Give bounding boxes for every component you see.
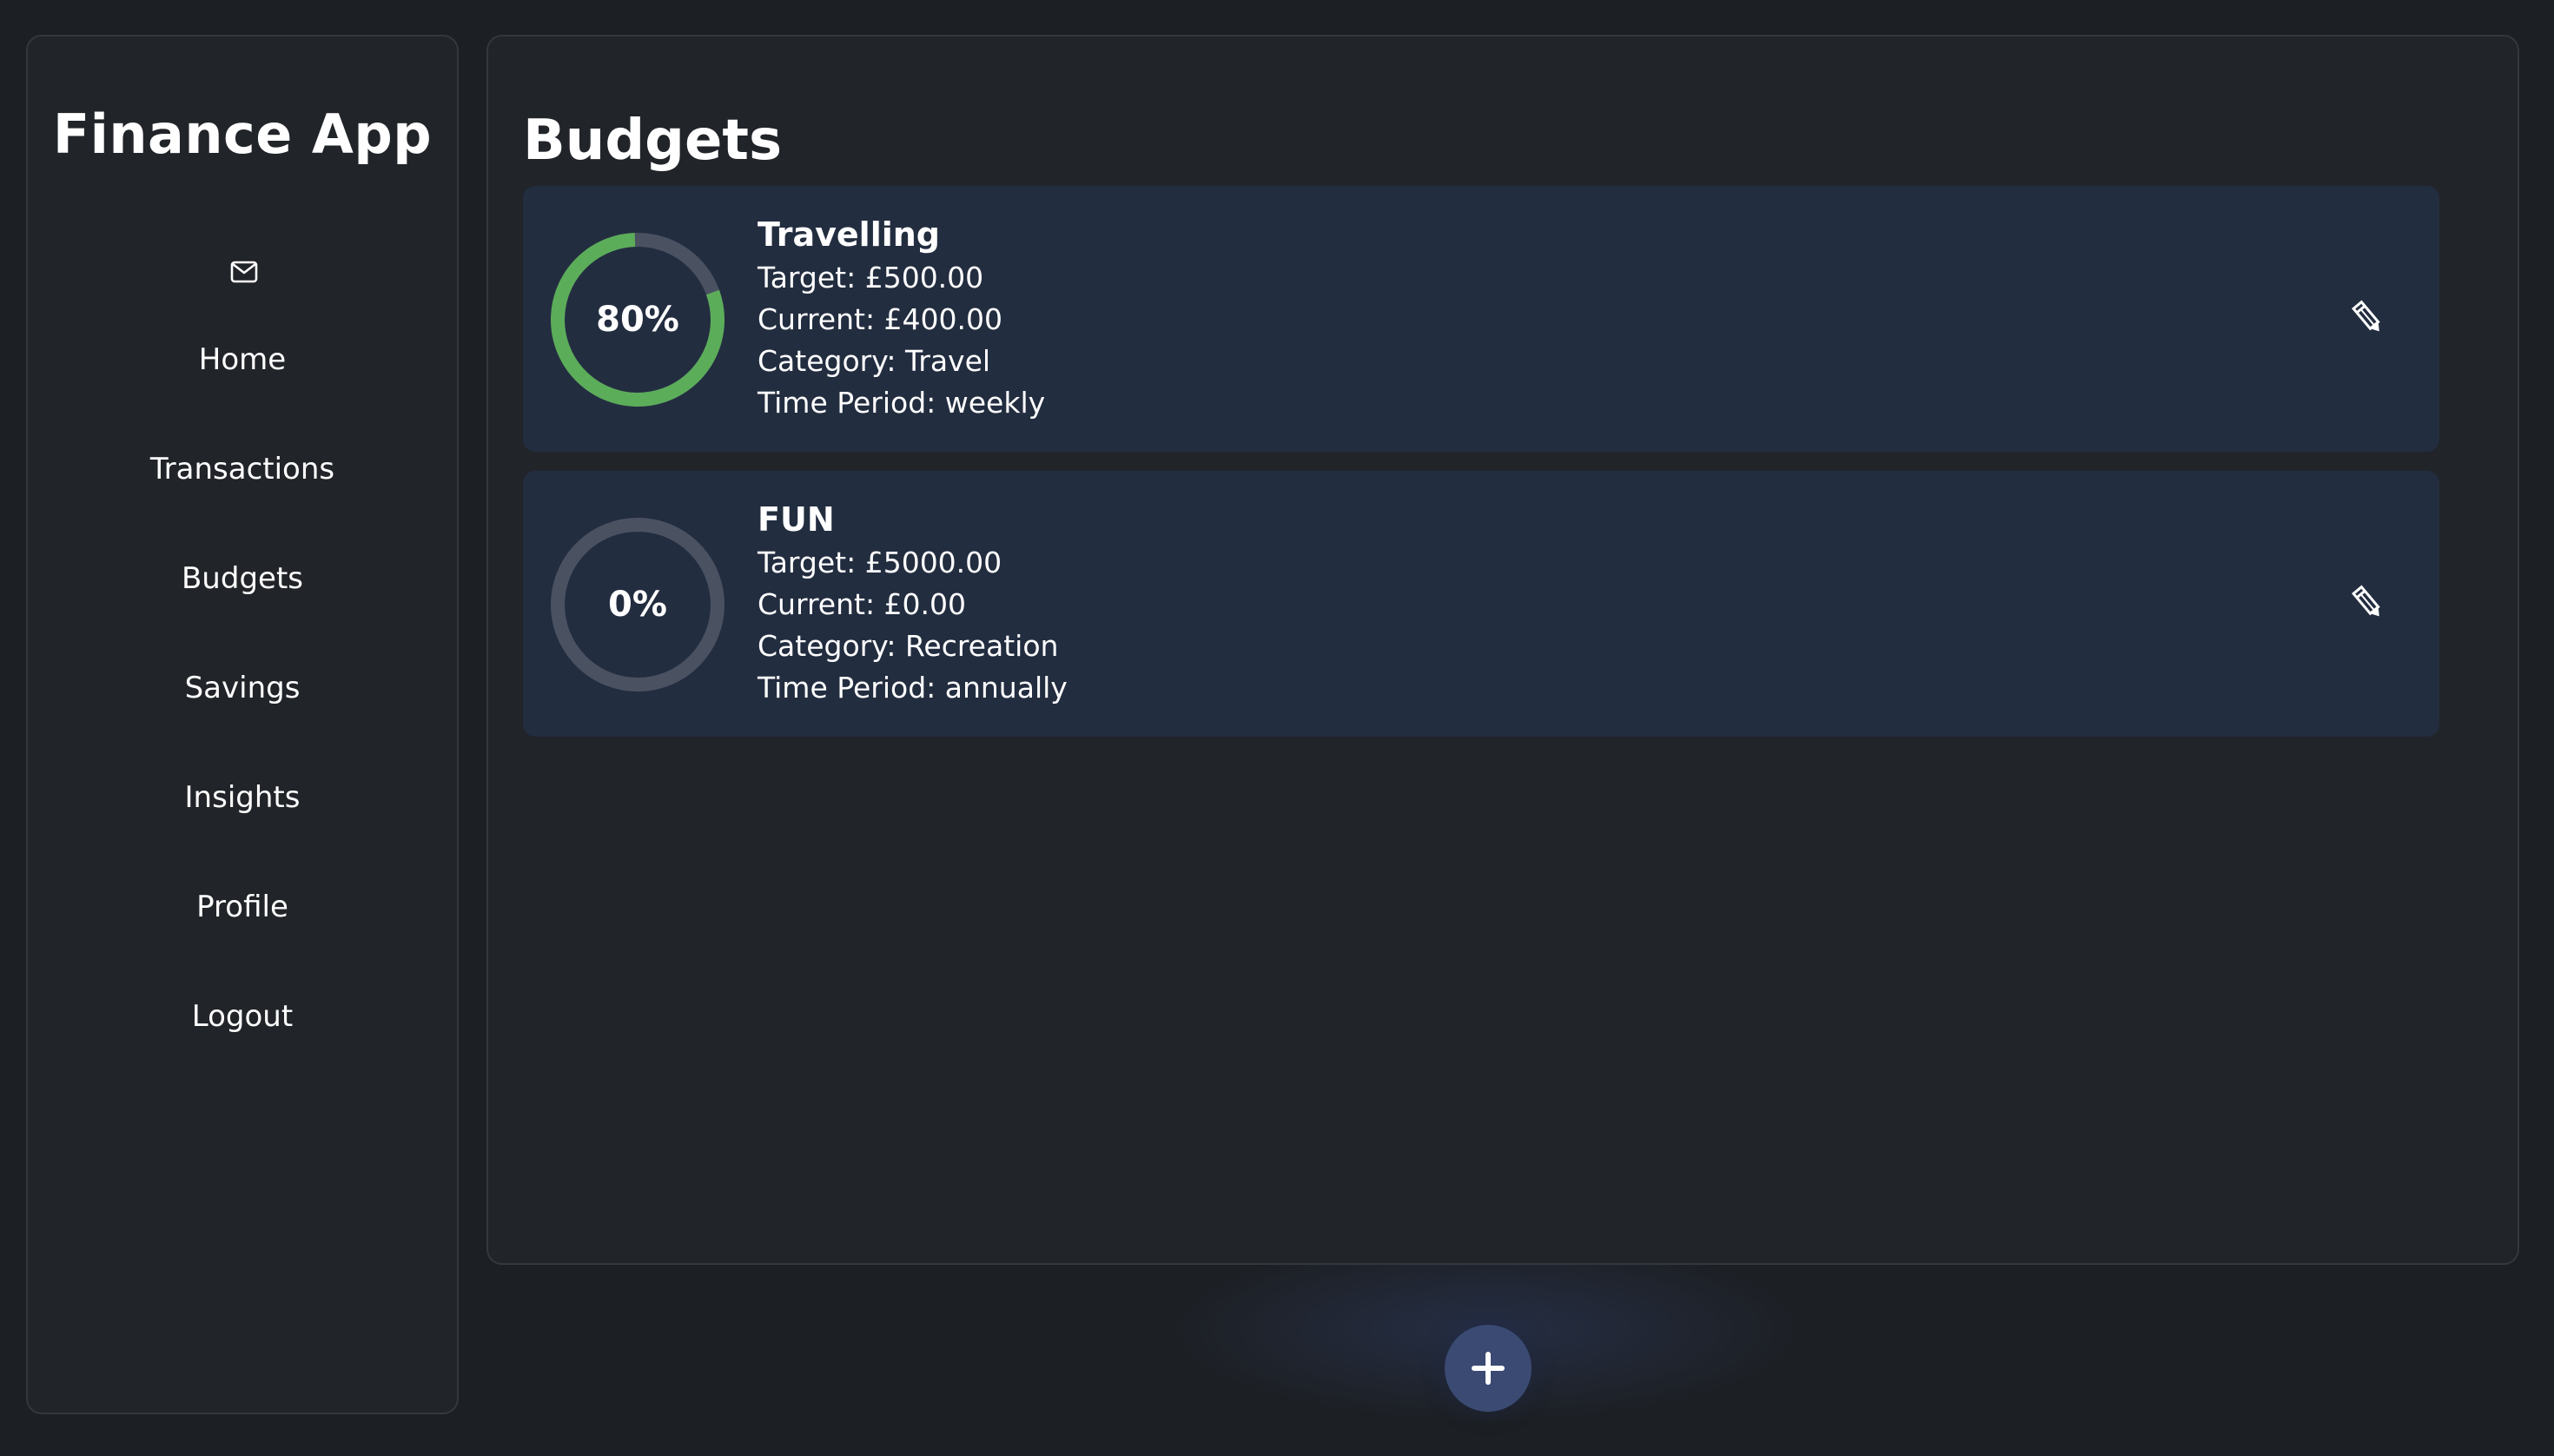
progress-ring: 0%	[547, 514, 728, 695]
budget-category: Category: Travel	[758, 344, 991, 378]
sidebar-item-budgets[interactable]: Budgets	[28, 561, 457, 671]
sidebar-item-logout[interactable]: Logout	[28, 999, 457, 1109]
sidebar-item-insights[interactable]: Insights	[28, 780, 457, 890]
app-root: Finance App Home Transactions Budgets Sa…	[0, 0, 2554, 1456]
budget-category: Category: Recreation	[758, 629, 1059, 663]
sidebar: Finance App Home Transactions Budgets Sa…	[26, 35, 459, 1414]
budget-name: Travelling	[758, 215, 941, 254]
edit-budget-button[interactable]	[2344, 294, 2392, 342]
page-title: Budgets	[523, 109, 783, 173]
budget-current: Current: £0.00	[758, 587, 967, 621]
pencil-icon	[2352, 585, 2380, 617]
progress-percent: 80%	[596, 300, 679, 340]
progress-percent: 0%	[608, 585, 667, 625]
progress-ring: 80%	[547, 229, 728, 410]
sidebar-nav: Home Transactions Budgets Savings Insigh…	[28, 342, 457, 1109]
budget-info: FUN Target: £5000.00 Current: £0.00 Cate…	[758, 497, 1068, 709]
budget-period: Time Period: weekly	[758, 386, 1046, 420]
budget-name: FUN	[758, 500, 835, 539]
edit-budget-button[interactable]	[2344, 579, 2392, 627]
budget-card: 80% Travelling Target: £500.00 Current: …	[523, 186, 2439, 452]
budget-target: Target: £500.00	[758, 261, 984, 295]
sidebar-item-profile[interactable]: Profile	[28, 890, 457, 999]
budget-period: Time Period: annually	[758, 671, 1068, 705]
pencil-icon	[2352, 300, 2380, 332]
budget-current: Current: £400.00	[758, 302, 1003, 336]
sidebar-item-transactions[interactable]: Transactions	[28, 452, 457, 561]
add-budget-button[interactable]	[1445, 1325, 1532, 1412]
sidebar-item-home[interactable]: Home	[28, 342, 457, 452]
budget-target: Target: £5000.00	[758, 546, 1002, 579]
app-title: Finance App	[52, 103, 433, 166]
plus-icon	[1472, 1352, 1505, 1385]
sidebar-item-savings[interactable]: Savings	[28, 671, 457, 780]
budget-card: 0% FUN Target: £5000.00 Current: £0.00 C…	[523, 471, 2439, 737]
main-panel: Budgets 80% Travelling Target: £500.00 C…	[486, 35, 2519, 1265]
budget-info: Travelling Target: £500.00 Current: £400…	[758, 212, 1045, 424]
mail-icon[interactable]	[230, 261, 258, 283]
